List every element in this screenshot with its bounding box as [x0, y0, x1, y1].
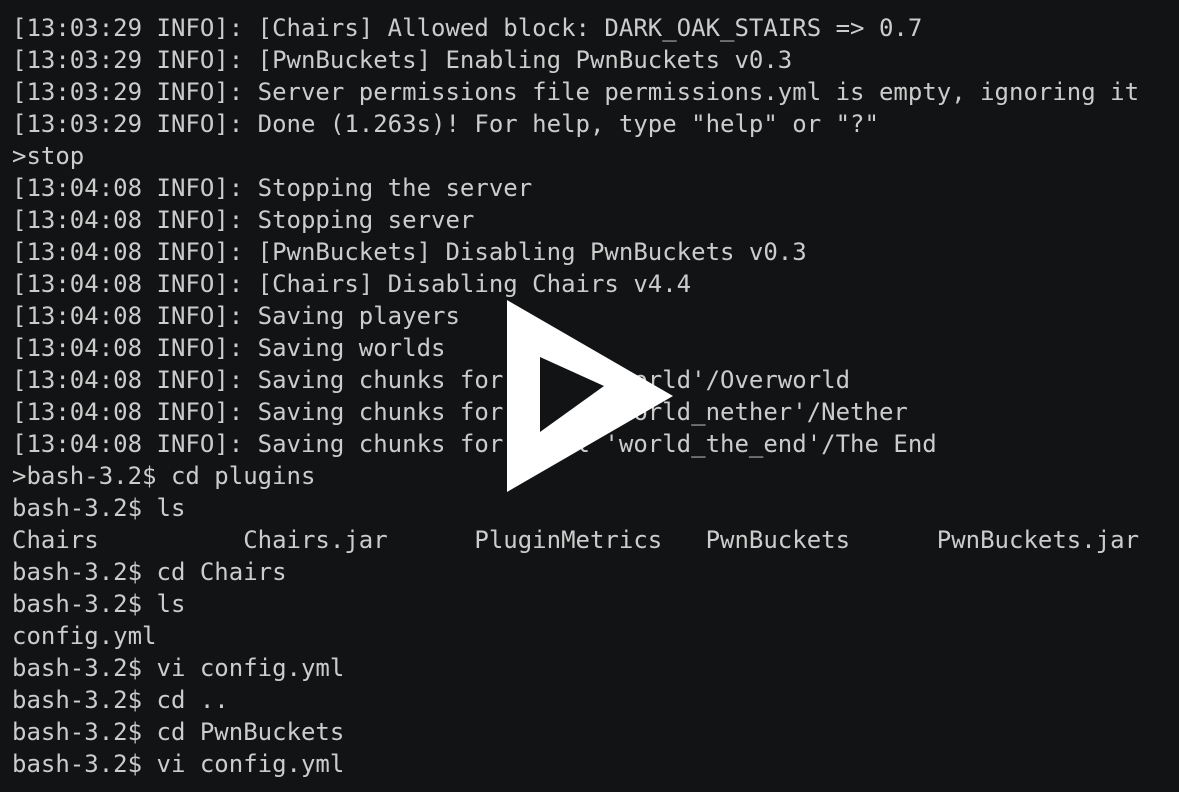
terminal-line: >stop [12, 142, 85, 170]
terminal-line: [13:04:08 INFO]: [Chairs] Disabling Chai… [12, 270, 692, 298]
terminal-line: [13:03:29 INFO]: Server permissions file… [12, 78, 1140, 106]
terminal-line: [13:03:29 INFO]: Done (1.263s)! For help… [12, 110, 879, 138]
terminal-line: bash-3.2$ ls [12, 590, 186, 618]
terminal-line: bash-3.2$ cd PwnBuckets [12, 718, 345, 746]
play-button[interactable] [507, 300, 673, 492]
terminal-line: bash-3.2$ ls [12, 494, 186, 522]
terminal-line: config.yml [12, 622, 157, 650]
terminal-line: bash-3.2$ cd .. [12, 686, 229, 714]
terminal-line: [13:03:29 INFO]: [Chairs] Allowed block:… [12, 14, 923, 42]
terminal-line: [13:04:08 INFO]: Stopping server [12, 206, 475, 234]
terminal-line: bash-3.2$ vi config.yml [12, 750, 345, 778]
terminal-line: [13:04:08 INFO]: [PwnBuckets] Disabling … [12, 238, 807, 266]
asciinema-play-icon [507, 300, 673, 492]
terminal-line: [13:03:29 INFO]: [PwnBuckets] Enabling P… [12, 46, 793, 74]
terminal-line: bash-3.2$ vi config.yml [12, 654, 345, 682]
terminal-line: Chairs Chairs.jar PluginMetrics PwnBucke… [12, 526, 1140, 554]
terminal-line: bash-3.2$ cd Chairs [12, 558, 287, 586]
terminal-line: [13:04:08 INFO]: Stopping the server [12, 174, 533, 202]
